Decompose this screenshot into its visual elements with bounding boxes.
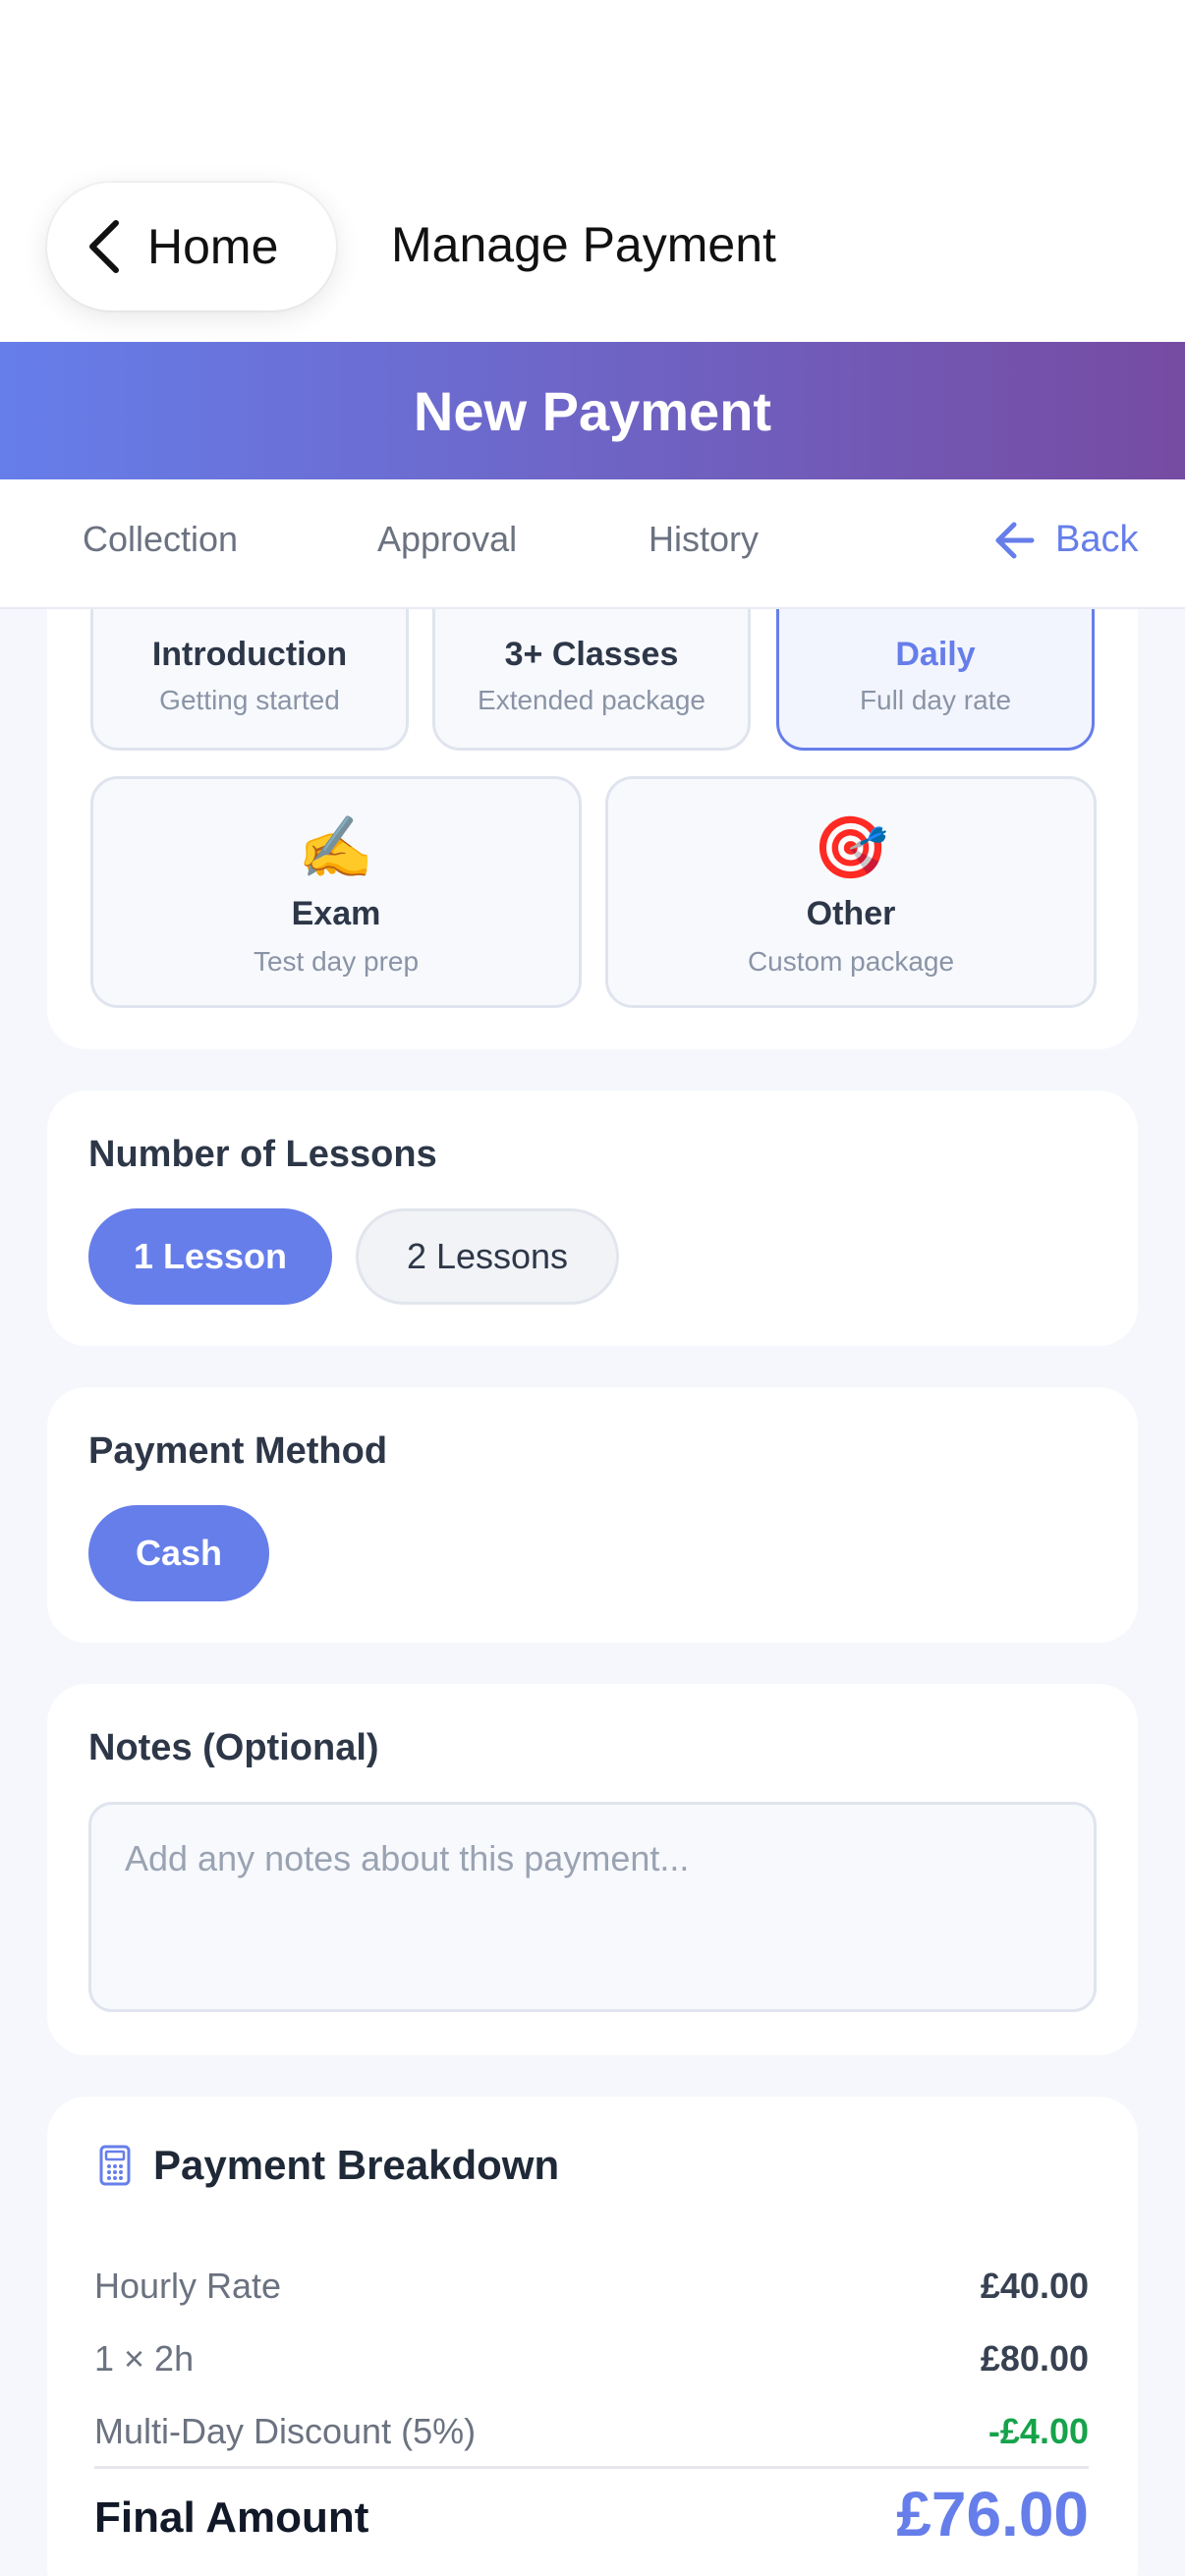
payment-breakdown-card: Payment Breakdown Hourly Rate £40.00 1 ×…	[47, 2097, 1138, 2576]
calculator-icon	[99, 2145, 131, 2186]
package-description: Test day prep	[253, 946, 420, 977]
arrow-left-icon	[995, 522, 1035, 558]
package-description: Extended package	[478, 685, 705, 715]
new-payment-header: New Payment	[0, 342, 1185, 479]
notes-card: Notes (Optional)	[47, 1684, 1138, 2055]
final-amount-label: Final Amount	[94, 2493, 369, 2542]
discount-value: -£4.00	[988, 2411, 1089, 2451]
page-title: Manage Payment	[391, 217, 776, 272]
lesson-option-2[interactable]: 2 Lessons	[356, 1208, 619, 1305]
notes-label: Notes (Optional)	[88, 1727, 379, 1768]
row-label: Hourly Rate	[94, 2266, 282, 2306]
package-name: Introduction	[151, 636, 348, 673]
home-back-button[interactable]: Home	[47, 183, 336, 310]
breakdown-row-hourly-rate: Hourly Rate £40.00	[94, 2266, 1089, 2307]
row-value: £40.00	[980, 2266, 1089, 2306]
package-other[interactable]: 🎯 Other Custom package	[605, 776, 1097, 1008]
lessons-label: Number of Lessons	[88, 1134, 437, 1175]
row-label: Multi-Day Discount (5%)	[94, 2411, 477, 2451]
package-description: Getting started	[159, 685, 340, 715]
lesson-option-1[interactable]: 1 Lesson	[88, 1208, 332, 1305]
breakdown-title: Payment Breakdown	[153, 2142, 560, 2188]
row-label: 1 × 2h	[94, 2338, 195, 2379]
tab-approval[interactable]: Approval	[377, 519, 517, 560]
package-exam[interactable]: ✍️ Exam Test day prep	[90, 776, 582, 1008]
target-icon: 🎯	[813, 814, 889, 882]
payment-method-label: Payment Method	[88, 1430, 388, 1472]
package-name: Other	[806, 895, 896, 932]
payment-method-card: Payment Method Cash	[47, 1387, 1138, 1643]
notes-input[interactable]	[88, 1802, 1097, 2012]
home-back-label: Home	[147, 219, 279, 274]
package-description: Full day rate	[859, 685, 1012, 715]
payment-method-cash[interactable]: Cash	[88, 1505, 269, 1601]
breakdown-row-discount: Multi-Day Discount (5%) -£4.00	[94, 2411, 1089, 2452]
chevron-left-icon	[89, 220, 119, 273]
breakdown-header: Payment Breakdown	[98, 2142, 559, 2189]
lessons-card: Number of Lessons 1 Lesson 2 Lessons	[47, 1091, 1138, 1346]
row-value: £80.00	[980, 2338, 1089, 2379]
header-title: New Payment	[413, 379, 772, 442]
back-link[interactable]: Back	[992, 519, 1138, 561]
tab-collection[interactable]: Collection	[83, 519, 238, 560]
package-name: 3+ Classes	[504, 636, 679, 673]
breakdown-divider	[94, 2466, 1089, 2469]
back-link-label: Back	[1055, 519, 1139, 560]
tab-bar: Collection Approval History Back	[0, 479, 1185, 609]
tab-history[interactable]: History	[649, 519, 759, 560]
breakdown-row-subtotal: 1 × 2h £80.00	[94, 2338, 1089, 2380]
top-navigation-bar: Home Manage Payment	[0, 0, 1185, 342]
package-selection-card: 🚦 Introduction Getting started ⏰ 3+ Clas…	[47, 570, 1138, 1049]
package-description: Custom package	[747, 946, 955, 977]
writing-hand-icon: ✍️	[298, 814, 374, 882]
package-name: Daily	[895, 636, 976, 673]
package-name: Exam	[291, 895, 381, 932]
final-amount-value: £76.00	[896, 2479, 1089, 2549]
